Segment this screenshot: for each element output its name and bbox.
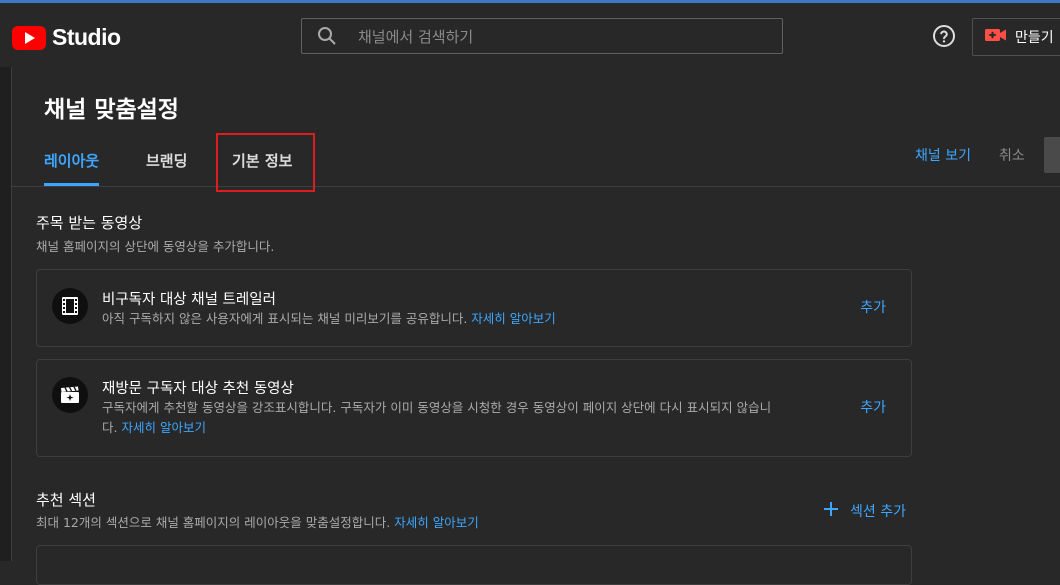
recommended-sections-title: 추천 섹션 [36, 491, 96, 509]
sections-learn-more-link[interactable]: 자세히 알아보기 [394, 515, 478, 530]
logo-text: Studio [52, 24, 121, 50]
page-title: 채널 맞춤설정 [44, 97, 179, 123]
tab-layout[interactable]: 레이아웃 [44, 134, 100, 186]
tab-bar: 레이아웃 브랜딩 기본 정보 [12, 134, 1060, 187]
trailer-card: 비구독자 대상 채널 트레일러 아직 구독하지 않은 사용자에게 표시되는 채널… [36, 269, 912, 347]
search-box[interactable]: 채널에서 검색하기 [301, 18, 783, 54]
help-icon[interactable] [932, 24, 956, 48]
add-section-button[interactable]: 섹션 추가 [822, 500, 906, 522]
search-icon[interactable] [302, 19, 352, 53]
create-button[interactable]: 만들기 [972, 18, 1060, 56]
view-channel-link[interactable]: 채널 보기 [915, 145, 971, 165]
top-header: Studio 채널에서 검색하기 만들기 [0, 3, 1060, 67]
add-section-label: 섹션 추가 [850, 504, 906, 520]
cancel-button[interactable]: 취소 [999, 145, 1025, 165]
recommended-sections-description-text: 최대 12개의 섹션으로 채널 홈페이지의 레이아웃을 맞춤설정합니다. [36, 515, 391, 530]
section-card [36, 545, 912, 585]
tab-branding[interactable]: 브랜딩 [146, 134, 187, 186]
trailer-learn-more-link[interactable]: 자세히 알아보기 [471, 311, 555, 326]
featured-section-description: 채널 홈페이지의 상단에 동영상을 추가합니다. [36, 239, 275, 254]
featured-video-description-line2: 다. 자세히 알아보기 [102, 418, 882, 438]
trailer-add-button[interactable]: 추가 [860, 297, 886, 317]
featured-video-learn-more-link[interactable]: 자세히 알아보기 [121, 420, 205, 435]
create-label: 만들기 [1015, 30, 1054, 46]
featured-video-card-title: 재방문 구독자 대상 추천 동영상 [102, 381, 294, 397]
featured-video-description-line2-text: 다. [102, 420, 118, 435]
trailer-card-description-text: 아직 구독하지 않은 사용자에게 표시되는 채널 미리보기를 공유합니다. [102, 311, 468, 326]
trailer-card-description: 아직 구독하지 않은 사용자에게 표시되는 채널 미리보기를 공유합니다. 자세… [102, 309, 556, 329]
clapper-sparkle-icon [52, 377, 88, 413]
featured-video-add-button[interactable]: 추가 [860, 397, 886, 417]
featured-video-card: 재방문 구독자 대상 추천 동영상 구독자에게 추천할 동영상을 강조표시합니다… [36, 359, 912, 457]
youtube-play-icon [12, 25, 46, 50]
featured-section-title: 주목 받는 동영상 [36, 214, 143, 232]
studio-logo[interactable]: Studio [12, 24, 121, 51]
trailer-card-title: 비구독자 대상 채널 트레일러 [102, 292, 276, 308]
tab-highlight-box [216, 133, 315, 192]
plus-icon [822, 500, 840, 522]
featured-video-description-line1: 구독자에게 추천할 동영상을 강조표시합니다. 구독자가 이미 동영상을 시청한… [102, 400, 772, 415]
film-icon [52, 288, 88, 324]
search-input[interactable]: 채널에서 검색하기 [358, 26, 473, 47]
featured-video-card-description: 구독자에게 추천할 동영상을 강조표시합니다. 구독자가 이미 동영상을 시청한… [102, 398, 882, 438]
publish-button[interactable] [1044, 137, 1060, 173]
recommended-sections-description: 최대 12개의 섹션으로 채널 홈페이지의 레이아웃을 맞춤설정합니다. 자세히… [36, 512, 479, 531]
video-camera-icon [985, 27, 1007, 47]
